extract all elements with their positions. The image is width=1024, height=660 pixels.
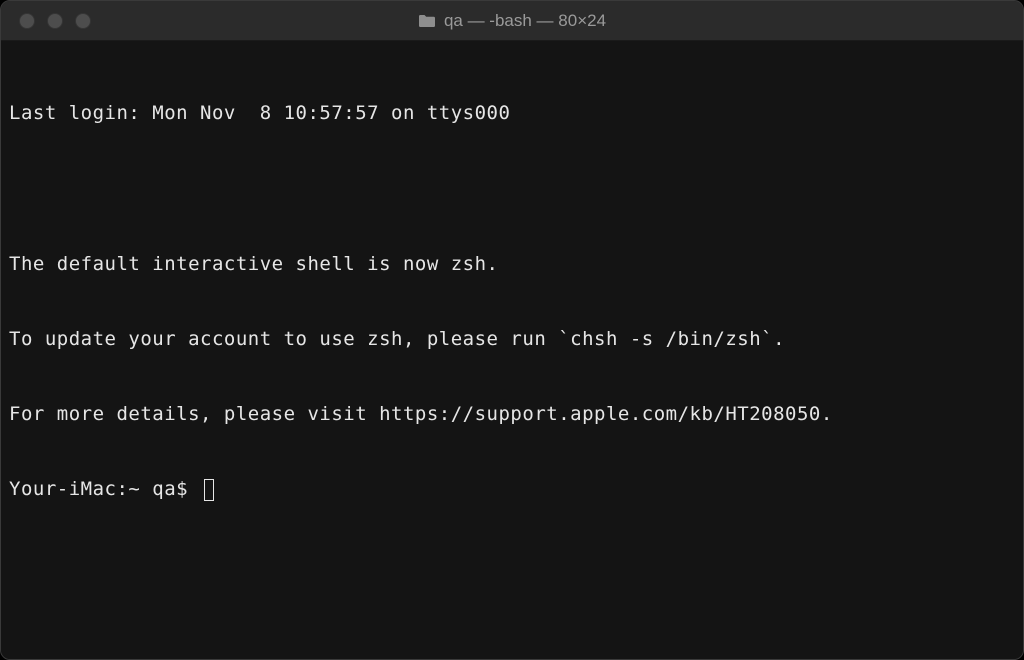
folder-icon: [418, 14, 436, 28]
terminal-window: qa — -bash — 80×24 Last login: Mon Nov 8…: [0, 0, 1024, 660]
output-line: Last login: Mon Nov 8 10:57:57 on ttys00…: [9, 101, 1015, 126]
minimize-button[interactable]: [47, 13, 63, 29]
terminal-body[interactable]: Last login: Mon Nov 8 10:57:57 on ttys00…: [1, 41, 1023, 659]
close-button[interactable]: [19, 13, 35, 29]
traffic-lights: [1, 13, 91, 29]
window-title: qa — -bash — 80×24: [444, 11, 606, 31]
output-line: For more details, please visit https://s…: [9, 402, 1015, 427]
titlebar[interactable]: qa — -bash — 80×24: [1, 1, 1023, 41]
zoom-button[interactable]: [75, 13, 91, 29]
output-line: The default interactive shell is now zsh…: [9, 252, 1015, 277]
cursor-icon: [204, 479, 214, 501]
output-line: [9, 176, 1015, 201]
window-title-wrap: qa — -bash — 80×24: [1, 11, 1023, 31]
prompt-line[interactable]: Your-iMac:~ qa$: [9, 477, 1015, 502]
output-line: To update your account to use zsh, pleas…: [9, 327, 1015, 352]
prompt-text: Your-iMac:~ qa$: [9, 477, 200, 502]
